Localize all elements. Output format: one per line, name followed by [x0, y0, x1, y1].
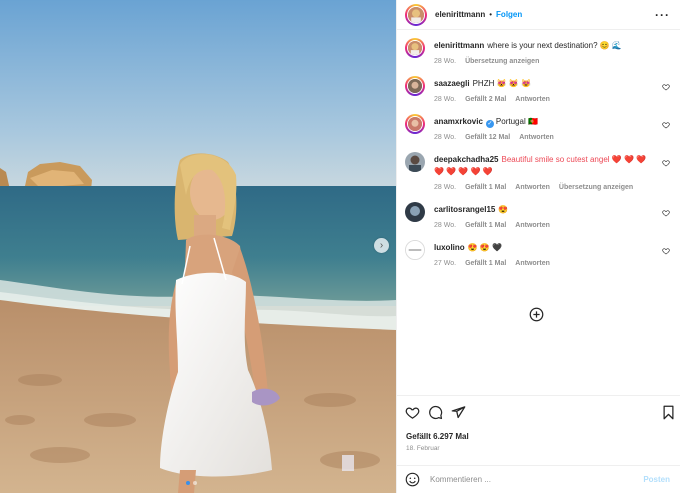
- likes-count[interactable]: Gefällt 6.297 Mal: [406, 432, 469, 441]
- comment-username[interactable]: deepakchadha25: [434, 155, 498, 164]
- post-header: elenirittmann • Folgen ···: [397, 0, 680, 30]
- reply-button[interactable]: Antworten: [515, 260, 550, 267]
- header-separator: •: [489, 10, 493, 19]
- comments-section: elenirittmann where is your next destinat…: [397, 30, 680, 395]
- comment-username[interactable]: carlitosrangel15: [434, 205, 495, 214]
- post-actions: Gefällt 6.297 Mal 18. Februar: [397, 395, 680, 465]
- comment-likes[interactable]: Gefällt 1 Mal: [465, 184, 506, 191]
- caption-text: where is your next destination? 😊 🌊: [487, 41, 622, 50]
- comment-time[interactable]: 28 Wo.: [434, 184, 456, 191]
- reply-button[interactable]: Antworten: [515, 222, 550, 229]
- comment-text: 😍: [498, 205, 509, 214]
- comment-row: deepakchadha25 Beautiful smile so cutest …: [405, 152, 673, 191]
- comment-avatar[interactable]: [405, 114, 425, 134]
- comment-like-heart-icon[interactable]: [662, 247, 670, 255]
- carousel-next-button[interactable]: ›: [374, 238, 389, 253]
- comment-avatar[interactable]: [405, 202, 425, 222]
- more-icon[interactable]: ···: [655, 9, 670, 21]
- instagram-post: › elenirittmann • Folgen ··· elenirittma…: [0, 0, 680, 493]
- comment-avatar[interactable]: [405, 76, 425, 96]
- comment-time[interactable]: 28 Wo.: [434, 222, 456, 229]
- reply-button[interactable]: Antworten: [519, 134, 554, 141]
- comment-row: carlitosrangel15 😍 28 Wo. Gefällt 1 Mal A…: [405, 202, 673, 229]
- comment-row: anamxrkovic ✓ Portugal 🇵🇹 28 Wo. Gefällt 1…: [405, 114, 673, 141]
- verified-badge-icon: ✓: [485, 120, 494, 128]
- comment-avatar[interactable]: [405, 152, 425, 172]
- comment-likes[interactable]: Gefällt 1 Mal: [465, 222, 506, 229]
- follow-button[interactable]: Folgen: [496, 10, 522, 19]
- load-more-comments-icon[interactable]: [529, 307, 544, 322]
- caption-username[interactable]: elenirittmann: [434, 41, 484, 50]
- comment-composer: Posten: [397, 465, 680, 493]
- reply-button[interactable]: Antworten: [515, 184, 550, 191]
- comment-like-heart-icon[interactable]: [662, 209, 670, 217]
- author-avatar[interactable]: [405, 3, 427, 26]
- post-comment-button[interactable]: Posten: [643, 475, 670, 484]
- comment-text: Portugal 🇵🇹: [495, 117, 538, 126]
- comment-time[interactable]: 28 Wo.: [434, 96, 456, 103]
- carousel-dot-active: [186, 481, 190, 485]
- emoji-icon[interactable]: [405, 472, 420, 487]
- comment-avatar[interactable]: [405, 240, 425, 260]
- comment-translate-button[interactable]: Übersetzung anzeigen: [559, 184, 633, 191]
- comment-row: luxolino 😍 😍 🖤 27 Wo. Gefällt 1 Mal Antwo…: [405, 240, 673, 267]
- caption-time[interactable]: 28 Wo.: [434, 58, 456, 65]
- carousel-dot: [193, 481, 197, 485]
- comment-time[interactable]: 28 Wo.: [434, 134, 456, 141]
- comment-like-heart-icon[interactable]: [662, 83, 670, 91]
- comment-text: 😍 😍 🖤: [467, 243, 502, 252]
- beach-photo: [0, 0, 396, 493]
- like-heart-icon[interactable]: [405, 405, 420, 420]
- carousel-dots: [186, 481, 197, 485]
- post-date[interactable]: 18. Februar: [406, 445, 440, 452]
- comment-input[interactable]: [430, 475, 644, 484]
- share-paper-plane-icon[interactable]: [451, 405, 466, 420]
- post-side-panel: elenirittmann • Folgen ··· elenirittmann…: [396, 0, 680, 493]
- comment-bubble-icon[interactable]: [428, 405, 443, 420]
- post-photo[interactable]: ›: [0, 0, 396, 493]
- reply-button[interactable]: Antworten: [515, 96, 550, 103]
- caption-row: elenirittmann where is your next destinat…: [405, 38, 673, 65]
- author-username[interactable]: elenirittmann: [435, 10, 485, 19]
- comment-like-heart-icon[interactable]: [662, 159, 670, 167]
- comment-text: PHZH 😻 😻 😻: [472, 79, 531, 88]
- comment-username[interactable]: saazaegli: [434, 79, 470, 88]
- comment-time[interactable]: 27 Wo.: [434, 260, 456, 267]
- caption-translate-button[interactable]: Übersetzung anzeigen: [465, 58, 539, 65]
- comment-username[interactable]: anamxrkovic: [434, 117, 483, 126]
- comment-like-heart-icon[interactable]: [662, 121, 670, 129]
- comment-likes[interactable]: Gefällt 2 Mal: [465, 96, 506, 103]
- comment-likes[interactable]: Gefällt 12 Mal: [465, 134, 510, 141]
- save-bookmark-icon[interactable]: [661, 405, 676, 420]
- comment-likes[interactable]: Gefällt 1 Mal: [465, 260, 506, 267]
- caption-avatar[interactable]: [405, 38, 425, 58]
- comment-row: saazaegli PHZH 😻 😻 😻 28 Wo. Gefällt 2 Mal…: [405, 76, 673, 103]
- comment-username[interactable]: luxolino: [434, 243, 465, 252]
